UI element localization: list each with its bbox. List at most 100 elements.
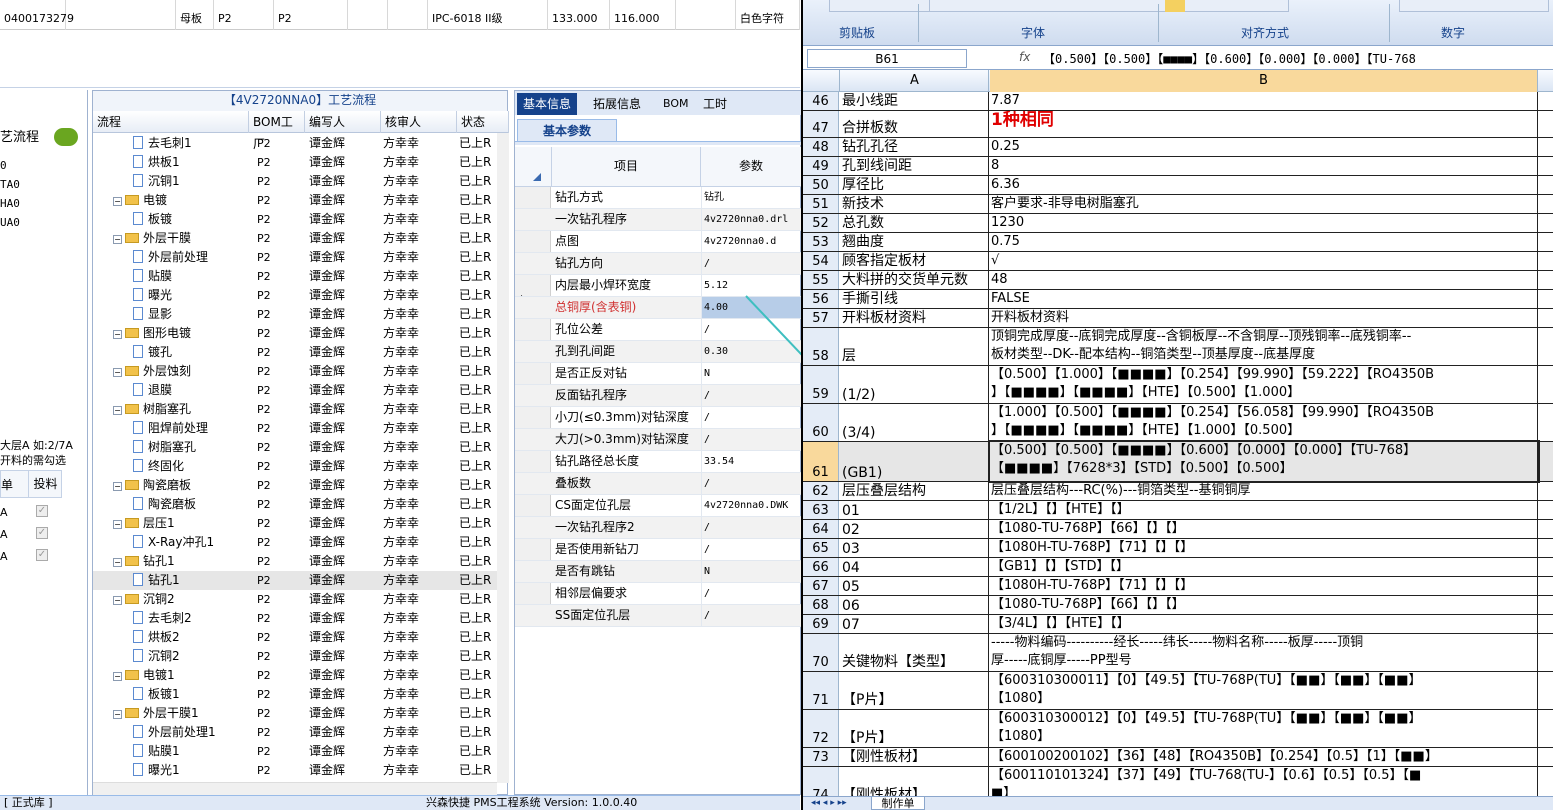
tree-row[interactable]: − 图形电镀 P2 谭金辉 方幸幸 已上R <box>93 324 497 343</box>
column-header[interactable]: BOM工厂 <box>249 111 305 151</box>
font-controls[interactable] <box>929 0 1289 12</box>
property-row[interactable]: 钻孔方式 钻孔 <box>515 187 802 209</box>
row-header[interactable]: 69 <box>803 615 839 633</box>
cell-a[interactable]: 开料板材资料 <box>841 309 989 327</box>
list-item[interactable]: TA0 <box>0 175 20 194</box>
cell-b[interactable]: 【0.500】【1.000】【■■■■】【0.254】【99.990】【59.2… <box>990 366 1538 403</box>
cell-a[interactable]: 手撕引线 <box>841 290 989 308</box>
cell-b[interactable]: 【1080H-TU-768P】【71】【】【】 <box>990 577 1538 595</box>
cell-b[interactable]: 【600310300011】【0】【49.5】【TU-768P(TU】【■■】【… <box>990 672 1538 709</box>
property-value[interactable]: / <box>701 605 802 626</box>
cell-a[interactable]: 关键物料【类型】 <box>841 634 989 671</box>
row-header[interactable]: 49 <box>803 157 839 175</box>
horizontal-scrollbar[interactable] <box>93 782 497 795</box>
tree-row[interactable]: 树脂塞孔 P2 谭金辉 方幸幸 已上R <box>93 438 497 457</box>
tree-row[interactable]: X-Ray冲孔1 P2 谭金辉 方幸幸 已上R <box>93 533 497 552</box>
row-header[interactable]: 50 <box>803 176 839 194</box>
cell-a[interactable]: 01 <box>841 501 989 519</box>
row-header[interactable]: 71 <box>803 672 839 709</box>
tree-row[interactable]: 板镀 P2 谭金辉 方幸幸 已上R <box>93 210 497 229</box>
property-value[interactable]: / <box>701 539 802 560</box>
align-left-icon[interactable] <box>1165 0 1185 12</box>
cell-b[interactable]: 层压叠层结构---RC(%)---铜箔类型--基铜铜厚 <box>990 482 1538 500</box>
cell-a[interactable]: 【刚性板材】 <box>841 748 989 766</box>
row-header[interactable]: 62 <box>803 482 839 500</box>
cell-a[interactable]: 合拼板数 <box>841 111 989 137</box>
column-header[interactable]: 编写人 <box>305 111 381 133</box>
row-header[interactable]: 66 <box>803 558 839 576</box>
cell-b[interactable]: 6.36 <box>990 176 1538 194</box>
row-header[interactable]: 63 <box>803 501 839 519</box>
row-header[interactable]: 65 <box>803 539 839 557</box>
cell-a[interactable]: 顾客指定板材 <box>841 252 989 270</box>
property-value[interactable]: 4v2720nna0.d <box>701 231 802 252</box>
row-header[interactable]: 57 <box>803 309 839 327</box>
column-header[interactable]: 状态 <box>457 111 509 133</box>
cell-b[interactable]: 0.75 <box>990 233 1538 251</box>
cell-b[interactable]: 1种相同 <box>990 111 1538 137</box>
list-item[interactable]: 0 <box>0 156 20 175</box>
property-value[interactable]: 4v2720nna0.drl <box>701 209 802 230</box>
column-header-b[interactable]: B <box>990 70 1538 92</box>
tree-row[interactable]: 沉铜2 P2 谭金辉 方幸幸 已上R <box>93 647 497 666</box>
cell-b[interactable]: 【3/4L】【】【HTE】【】 <box>990 615 1538 633</box>
cell-b[interactable]: 【600100200102】【36】【48】【RO4350B】【0.254】【0… <box>990 748 1538 766</box>
cell-a[interactable]: 02 <box>841 520 989 538</box>
row-header[interactable]: 48 <box>803 138 839 156</box>
tree-row[interactable]: − 外层干膜1 P2 谭金辉 方幸幸 已上R <box>93 704 497 723</box>
cell-a[interactable]: 【P片】 <box>841 710 989 747</box>
row-header[interactable]: 47 <box>803 111 839 137</box>
tab-bom[interactable]: BOM <box>657 93 695 115</box>
property-row[interactable]: 是否有跳钻 N <box>515 561 802 583</box>
cell-b[interactable]: 顶铜完成厚度--底铜完成厚度--含铜板厚--不含铜厚--顶残铜率--底残铜率--… <box>990 328 1538 365</box>
cell-a[interactable]: 孔到线间距 <box>841 157 989 175</box>
property-row[interactable]: 一次钻孔程序 4v2720nna0.drl <box>515 209 802 231</box>
property-value[interactable]: 钻孔 <box>701 187 802 208</box>
cell-b[interactable]: FALSE <box>990 290 1538 308</box>
cell-b[interactable]: √ <box>990 252 1538 270</box>
cell-b[interactable]: 1230 <box>990 214 1538 232</box>
row-header[interactable]: 74 <box>803 767 839 796</box>
cell-a[interactable]: 层压叠层结构 <box>841 482 989 500</box>
row-header[interactable]: 51 <box>803 195 839 213</box>
cell-b[interactable]: 【GB1】【】【STD】【】 <box>990 558 1538 576</box>
row-header[interactable]: 52 <box>803 214 839 232</box>
cell-b[interactable]: 7.87 <box>990 92 1538 110</box>
collapse-toggle-icon[interactable]: − <box>113 235 122 244</box>
tree-row[interactable]: 沉铜1 P2 谭金辉 方幸幸 已上R <box>93 172 497 191</box>
cell-a[interactable]: (3/4) <box>841 404 989 441</box>
cell-b[interactable]: -----物料编码----------经长-----纬长-----物料名称---… <box>990 634 1538 671</box>
tree-row[interactable]: − 树脂塞孔 P2 谭金辉 方幸幸 已上R <box>93 400 497 419</box>
collapse-toggle-icon[interactable]: − <box>113 672 122 681</box>
cell-a[interactable]: 【P片】 <box>841 672 989 709</box>
list-item[interactable]: HA0 <box>0 194 20 213</box>
cell-a[interactable]: (GB1) <box>841 442 989 481</box>
cell-b[interactable]: 开料板材资料 <box>990 309 1538 327</box>
collapse-toggle-icon[interactable]: − <box>113 197 122 206</box>
checkbox[interactable]: ✓ <box>36 527 48 539</box>
tree-row[interactable]: 贴膜 P2 谭金辉 方幸幸 已上R <box>93 267 497 286</box>
tree-row[interactable]: − 层压1 P2 谭金辉 方幸幸 已上R <box>93 514 497 533</box>
tree-row[interactable]: − 外层蚀刻 P2 谭金辉 方幸幸 已上R <box>93 362 497 381</box>
collapse-toggle-icon[interactable]: − <box>113 596 122 605</box>
cell-a[interactable]: 05 <box>841 577 989 595</box>
tab-basic-params[interactable]: 基本参数 <box>517 119 617 141</box>
tree-row[interactable]: 钻孔1 P2 谭金辉 方幸幸 已上R <box>93 571 497 590</box>
row-header[interactable]: 53 <box>803 233 839 251</box>
row-header[interactable]: 70 <box>803 634 839 671</box>
list-item[interactable]: UA0 <box>0 213 20 232</box>
collapse-toggle-icon[interactable]: − <box>113 368 122 377</box>
tree-row[interactable]: 板镀1 P2 谭金辉 方幸幸 已上R <box>93 685 497 704</box>
tab-extended-info[interactable]: 拓展信息 <box>587 93 647 115</box>
tree-row[interactable]: 去毛刺1 P2 谭金辉 方幸幸 已上R <box>93 134 497 153</box>
tree-row[interactable]: 阻焊前处理 P2 谭金辉 方幸幸 已上R <box>93 419 497 438</box>
tree-row[interactable]: − 外层干膜 P2 谭金辉 方幸幸 已上R <box>93 229 497 248</box>
cell-a[interactable]: 层 <box>841 328 989 365</box>
row-header[interactable]: 58 <box>803 328 839 365</box>
tree-row[interactable]: 曝光1 P2 谭金辉 方幸幸 已上R <box>93 761 497 780</box>
row-header[interactable]: 54 <box>803 252 839 270</box>
cell-b[interactable]: 8 <box>990 157 1538 175</box>
cell-a[interactable]: 总孔数 <box>841 214 989 232</box>
cell-b[interactable]: 【0.500】【0.500】【■■■■】【0.600】【0.000】【0.000… <box>988 440 1540 483</box>
tree-row[interactable]: 镀孔 P2 谭金辉 方幸幸 已上R <box>93 343 497 362</box>
